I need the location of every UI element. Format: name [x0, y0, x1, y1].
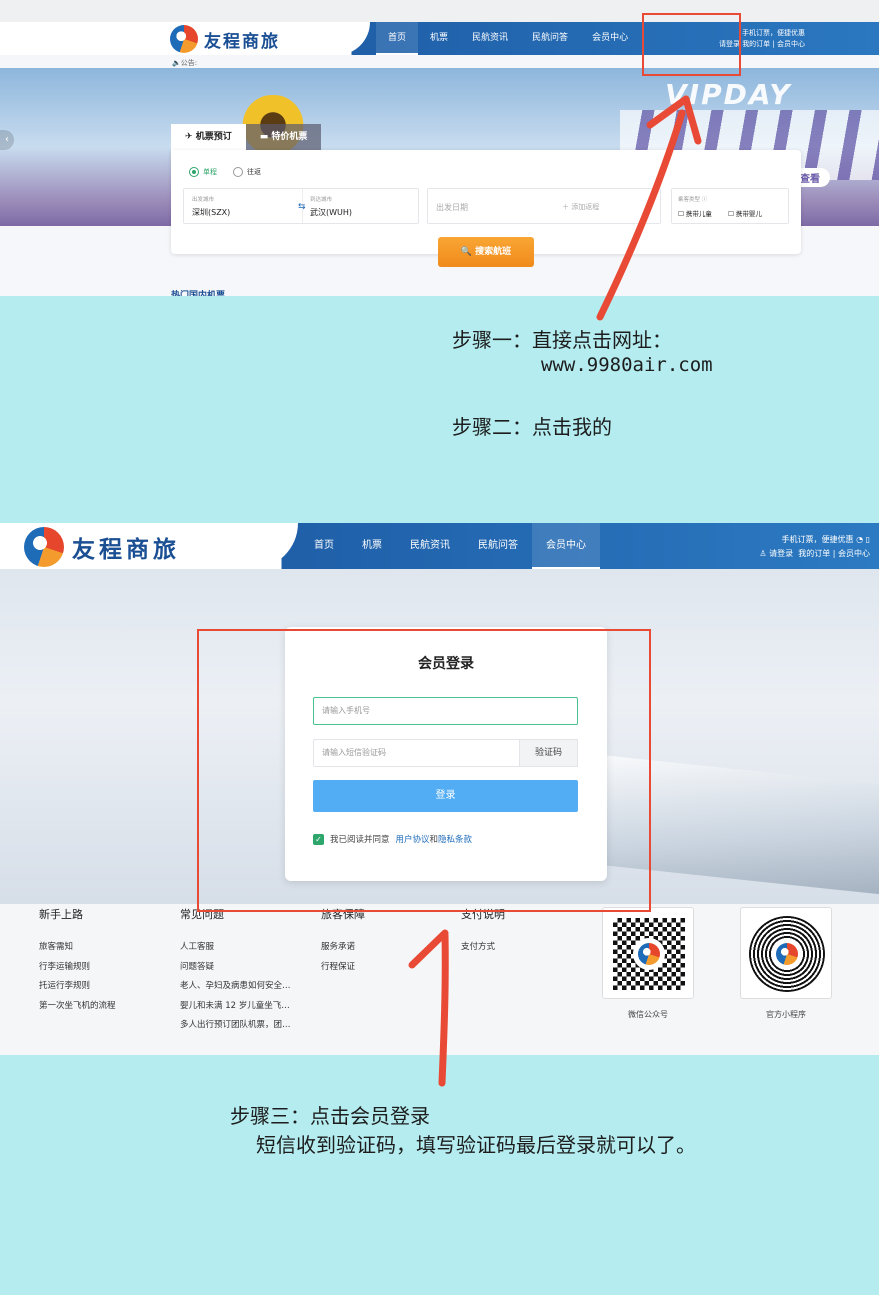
footer-heading: 新手上路	[39, 908, 83, 921]
arrow-annotation-1	[596, 95, 702, 321]
brand-logo-icon	[24, 527, 64, 567]
tab-booking[interactable]: ✈ 机票预订	[171, 124, 246, 150]
footer-link[interactable]: 问题答疑	[180, 958, 291, 978]
to-label: 到达城市	[310, 197, 333, 203]
highlight-box-login	[197, 629, 651, 912]
footer-col-faq: 常见问题 人工客服 问题答疑 老人、孕妇及病患如何安全… 婴儿和未满 12 岁儿…	[180, 906, 291, 1036]
login-label: 请登录	[769, 549, 794, 558]
nav-news[interactable]: 民航资讯	[460, 22, 520, 55]
brand-name: 友程商旅	[72, 536, 180, 563]
tab-special-label: 特价机票	[271, 132, 308, 142]
swap-cities-icon[interactable]: ⇆	[298, 202, 306, 212]
footer-link[interactable]: 婴儿和未满 12 岁儿童坐飞…	[180, 997, 291, 1017]
brand-logo-icon	[170, 25, 198, 53]
wechat-qr-code	[602, 907, 694, 999]
step2-text: 步骤二：点击我的	[452, 415, 612, 439]
nav-qa[interactable]: 民航问答	[464, 523, 532, 569]
footer-link[interactable]: 行李运输规则	[39, 958, 116, 978]
round-trip-label: 往返	[247, 168, 261, 176]
nav-news[interactable]: 民航资讯	[396, 523, 464, 569]
footer-link[interactable]: 老人、孕妇及病患如何安全…	[180, 977, 291, 997]
main-nav: 首页 机票 民航资讯 民航问答 会员中心	[300, 523, 600, 569]
my-orders-link[interactable]: 我的订单	[798, 549, 830, 558]
brand-logo-icon	[638, 943, 660, 965]
nav-tickets[interactable]: 机票	[348, 523, 396, 569]
to-city-input[interactable]: 武汉(WUH)	[310, 207, 352, 218]
nav-qa[interactable]: 民航问答	[520, 22, 580, 55]
booking-tabs: ✈ 机票预订 ▬ 特价机票	[171, 124, 322, 150]
footer-link[interactable]: 旅客需知	[39, 938, 116, 958]
my-orders-link[interactable]: 我的订单	[742, 40, 770, 48]
nav-tickets[interactable]: 机票	[418, 22, 460, 55]
search-flights-label: 搜索航班	[475, 247, 512, 257]
mobile-promo[interactable]: 手机订票，便捷优惠	[782, 535, 854, 544]
highlight-box-user-links	[642, 13, 741, 76]
brand-name: 友程商旅	[204, 31, 280, 52]
notice-bar: 🔈公告:	[172, 59, 198, 67]
tab-special[interactable]: ▬ 特价机票	[245, 124, 322, 150]
footer-link[interactable]: 人工客服	[180, 938, 291, 958]
browser-strip	[0, 0, 879, 22]
departure-date-input[interactable]: 出发日期	[436, 202, 468, 213]
from-label: 出发城市	[192, 197, 215, 203]
step1-url[interactable]: www.9980air.com	[541, 354, 713, 376]
step1-text: 步骤一：直接点击网址：	[452, 328, 672, 352]
notice-label: 公告:	[180, 59, 198, 67]
footer-link[interactable]: 行程保证	[321, 958, 365, 978]
nav-member[interactable]: 会员中心	[580, 22, 640, 55]
brand-logo-icon	[776, 943, 798, 965]
screenshot-homepage: 友程商旅 首页 机票 民航资讯 民航问答 会员中心 手机订票，便捷优惠 请登录 …	[0, 0, 879, 296]
nav-home[interactable]: 首页	[376, 22, 419, 55]
one-way-label: 单程	[203, 168, 217, 176]
wechat-qr-label: 微信公众号	[628, 1010, 668, 1019]
infant-label: 携带婴儿	[735, 210, 762, 218]
login-link[interactable]: ♙ 请登录	[759, 549, 793, 558]
nav-member[interactable]: 会员中心	[532, 523, 600, 569]
footer-link[interactable]: 服务承诺	[321, 938, 365, 958]
hot-flights-heading: 热门国内机票	[171, 291, 226, 296]
infant-option[interactable]: ☐ 携带婴儿	[728, 208, 762, 218]
city-field: 出发城市 深圳(SZX) ⇆ 到达城市 武汉(WUH)	[183, 188, 419, 224]
arrow-annotation-2	[408, 929, 449, 1087]
search-flights-button[interactable]: 🔍 搜索航班	[438, 237, 534, 267]
site-logo[interactable]: 友程商旅	[170, 25, 280, 53]
member-center-link[interactable]: 会员中心	[838, 549, 870, 558]
mini-program-label: 官方小程序	[766, 1010, 806, 1019]
footer-col-newbie: 新手上路 旅客需知 行李运输规则 托运行李规则 第一次坐飞机的流程	[39, 906, 116, 1016]
main-nav: 首页 机票 民航资讯 民航问答 会员中心	[376, 22, 640, 55]
footer-link[interactable]: 托运行李规则	[39, 977, 116, 997]
member-center-link[interactable]: 会员中心	[777, 40, 805, 48]
footer-col-protection: 旅客保障 服务承诺 行程保证	[321, 906, 365, 977]
radio-checked-icon	[189, 167, 199, 177]
tab-booking-label: 机票预订	[195, 132, 232, 142]
footer-link[interactable]: 多人出行预订团队机票，团…	[180, 1016, 291, 1036]
radio-icon	[233, 167, 243, 177]
trip-type-row: 单程 往返	[189, 167, 261, 177]
round-trip-option[interactable]: 往返	[233, 167, 261, 177]
site-logo[interactable]: 友程商旅	[24, 527, 180, 567]
footer-link[interactable]: 第一次坐飞机的流程	[39, 997, 116, 1017]
from-city-input[interactable]: 深圳(SZX)	[192, 207, 230, 218]
one-way-option[interactable]: 单程	[189, 167, 217, 177]
nav-home[interactable]: 首页	[300, 523, 348, 569]
step3-text: 步骤三：点击会员登录	[230, 1104, 430, 1128]
step3-detail: 短信收到验证码，填写验证码最后登录就可以了。	[256, 1133, 696, 1157]
mini-program-code	[740, 907, 832, 999]
user-bar: 手机订票，便捷优惠 ◔ ▯ ♙ 请登录 我的订单 | 会员中心	[759, 535, 870, 558]
